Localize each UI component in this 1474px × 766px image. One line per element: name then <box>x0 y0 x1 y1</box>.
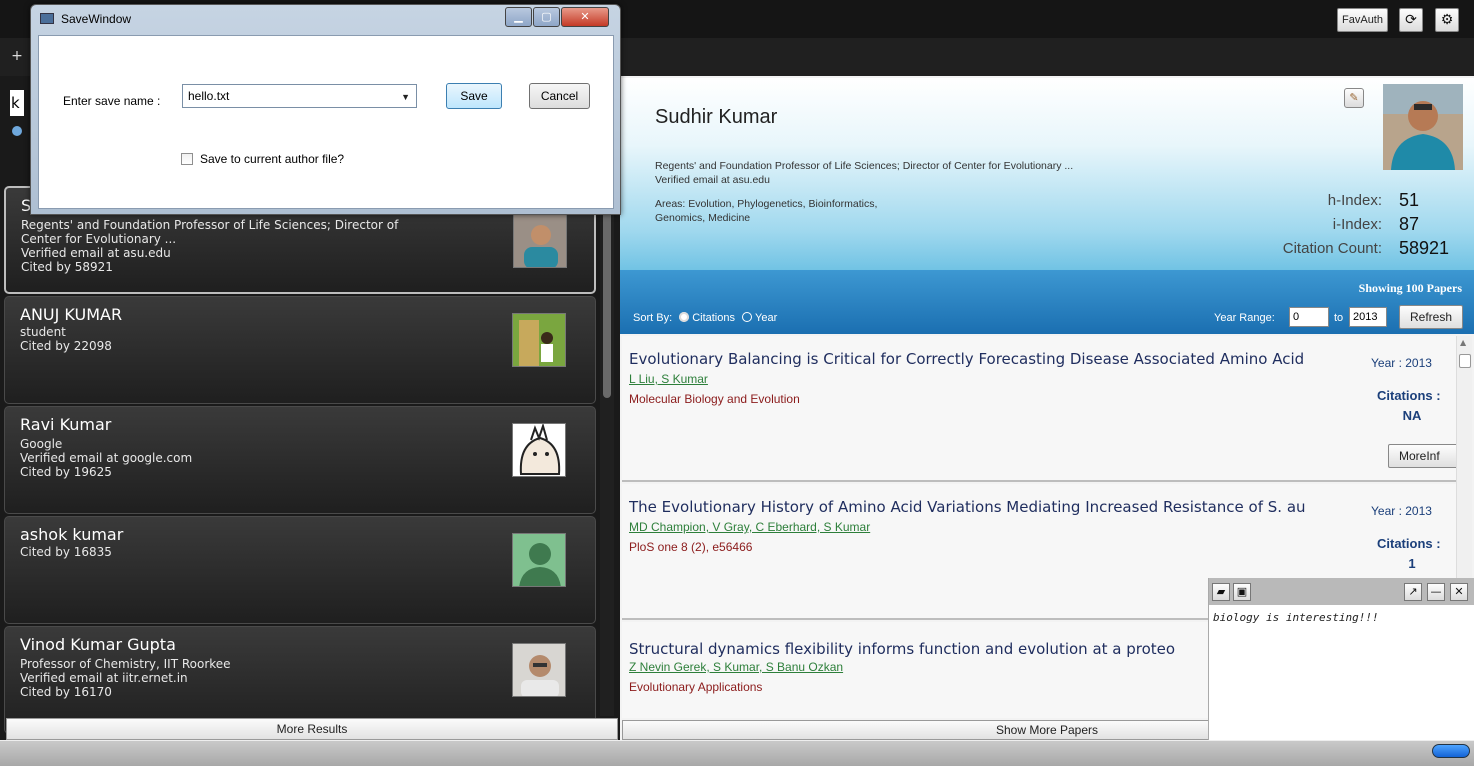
paper-year: Year : 2013 <box>1371 356 1432 370</box>
save-name-combo[interactable]: hello.txt ▼ <box>182 84 417 108</box>
favauth-button[interactable]: FavAuth <box>1337 8 1388 32</box>
i-index-value: 87 <box>1399 214 1420 234</box>
author-info: Professor of Chemistry, IIT Roorkee Veri… <box>20 657 231 699</box>
save-dialog: SaveWindow ▁ ▢ ✕ Enter save name : hello… <box>30 4 621 215</box>
h-index-label: h-Index: <box>1327 192 1382 209</box>
paper-citations-label: Citations : <box>1377 388 1441 403</box>
citation-count-label: Citation Count: <box>1282 240 1382 257</box>
save-note-icon[interactable]: ▣ <box>1233 583 1251 601</box>
author-search-input[interactable]: k <box>10 90 24 116</box>
maximize-button[interactable]: ▢ <box>533 7 560 27</box>
note-text[interactable]: biology is interesting!!! <box>1213 611 1379 624</box>
export-icon[interactable]: ↗ <box>1404 583 1422 601</box>
sort-citations-label[interactable]: Citations <box>692 312 735 324</box>
author-info: Google Verified email at google.com Cite… <box>20 437 193 479</box>
author-info: Cited by 16835 <box>20 545 112 559</box>
sort-options: Sort By: Citations Year <box>633 312 777 324</box>
papers-count: Showing 100 Papers <box>1358 281 1462 295</box>
sort-year-label[interactable]: Year <box>755 312 777 324</box>
search-mode-radio[interactable] <box>12 126 22 136</box>
year-to-label: to <box>1334 312 1344 324</box>
open-folder-icon[interactable]: ▰ <box>1212 583 1230 601</box>
year-range-label: Year Range: <box>1214 312 1275 324</box>
profile-email: Verified email at asu.edu <box>655 174 770 186</box>
minimize-button[interactable]: ▁ <box>505 7 532 27</box>
save-name-label: Enter save name : <box>63 94 161 108</box>
refresh-button[interactable]: Refresh <box>1399 305 1463 329</box>
save-to-author-label[interactable]: Save to current author file? <box>200 152 344 166</box>
taskbar-indicator[interactable] <box>1432 744 1470 758</box>
scroll-up-icon[interactable]: ▲ <box>1460 338 1466 347</box>
paper-venue: PloS one 8 (2), e56466 <box>629 540 753 554</box>
taskbar <box>0 740 1474 766</box>
profile-affiliation: Regents' and Foundation Professor of Lif… <box>655 160 1074 172</box>
paper-authors[interactable]: MD Champion, V Gray, C Eberhard, S Kumar <box>629 520 870 534</box>
paper-year: Year : 2013 <box>1371 504 1432 518</box>
author-photo <box>512 423 566 477</box>
save-name-value[interactable]: hello.txt <box>188 89 229 103</box>
paper-citations-value: 1 <box>1408 556 1416 571</box>
profile-areas: Areas: Evolution, Phylogenetics, Bioinfo… <box>655 198 878 210</box>
paper-title[interactable]: The Evolutionary History of Amino Acid V… <box>629 498 1354 516</box>
author-info: Regents' and Foundation Professor of Lif… <box>21 218 399 274</box>
profile-name: Sudhir Kumar <box>655 106 778 128</box>
close-note-icon[interactable]: ✕ <box>1450 583 1468 601</box>
chevron-down-icon[interactable]: ▼ <box>401 86 410 108</box>
paper-citations-value: NA <box>1402 408 1422 423</box>
author-info: student Cited by 22098 <box>20 325 112 353</box>
cancel-button[interactable]: Cancel <box>529 83 590 109</box>
citation-count-value: 58921 <box>1399 238 1450 258</box>
h-index-value: 51 <box>1399 190 1420 210</box>
save-button[interactable]: Save <box>446 83 502 109</box>
profile-areas-cont: Genomics, Medicine <box>655 212 751 224</box>
refresh-icon[interactable]: ⟳ <box>1399 8 1423 32</box>
i-index-label: i-Index: <box>1332 216 1382 233</box>
paper-venue: Molecular Biology and Evolution <box>629 392 800 406</box>
note-icon[interactable]: ✎ <box>1344 88 1364 108</box>
author-card[interactable]: Ravi Kumar Google Verified email at goog… <box>4 406 596 514</box>
author-card[interactable]: ANUJ KUMAR student Cited by 22098 <box>4 296 596 404</box>
sort-citations-radio[interactable] <box>679 312 690 322</box>
note-toolbar: ▰ ▣ ↗ — ✕ <box>1209 578 1474 605</box>
profile-photo <box>1383 84 1463 170</box>
author-name: Ravi Kumar <box>20 415 112 434</box>
results-scroll-thumb[interactable] <box>603 190 611 398</box>
author-name: ashok kumar <box>20 525 124 544</box>
author-name: ANUJ KUMAR <box>20 305 123 324</box>
author-photo <box>513 214 567 268</box>
paper-authors[interactable]: Z Nevin Gerek, S Kumar, S Banu Ozkan <box>629 660 843 674</box>
minimize-note-icon[interactable]: — <box>1427 583 1445 601</box>
save-to-author-checkbox[interactable] <box>181 153 193 165</box>
sort-by-label: Sort By: <box>633 312 673 324</box>
sort-year-radio[interactable] <box>742 312 753 322</box>
more-info-button[interactable]: MoreInf <box>1388 444 1456 468</box>
paper-citations-label: Citations : <box>1377 536 1441 551</box>
year-to-input[interactable]: 2013 <box>1349 307 1387 327</box>
window-icon <box>40 13 54 24</box>
new-tab-button[interactable]: + <box>8 48 26 66</box>
dialog-body: Enter save name : hello.txt ▼ Save Cance… <box>38 35 614 209</box>
papers-scroll-thumb[interactable] <box>1459 354 1471 368</box>
author-photo <box>512 643 566 697</box>
author-photo <box>512 313 566 367</box>
dialog-title: SaveWindow <box>61 12 132 26</box>
year-from-input[interactable]: 0 <box>1289 307 1329 327</box>
more-results-button[interactable]: More Results <box>6 718 618 740</box>
paper-item[interactable]: Evolutionary Balancing is Critical for C… <box>622 336 1456 482</box>
paper-authors[interactable]: L Liu, S Kumar <box>629 372 708 386</box>
default-avatar-icon <box>512 533 566 587</box>
close-button[interactable]: ✕ <box>561 7 609 27</box>
papers-toolbar <box>620 270 1474 334</box>
author-name: Vinod Kumar Gupta <box>20 635 176 654</box>
author-card[interactable]: ashok kumar Cited by 16835 <box>4 516 596 624</box>
paper-title[interactable]: Evolutionary Balancing is Critical for C… <box>629 350 1354 368</box>
paper-venue: Evolutionary Applications <box>629 680 763 694</box>
gear-icon[interactable]: ⚙ <box>1435 8 1459 32</box>
note-widget: ▰ ▣ ↗ — ✕ biology is interesting!!! <box>1208 578 1474 740</box>
